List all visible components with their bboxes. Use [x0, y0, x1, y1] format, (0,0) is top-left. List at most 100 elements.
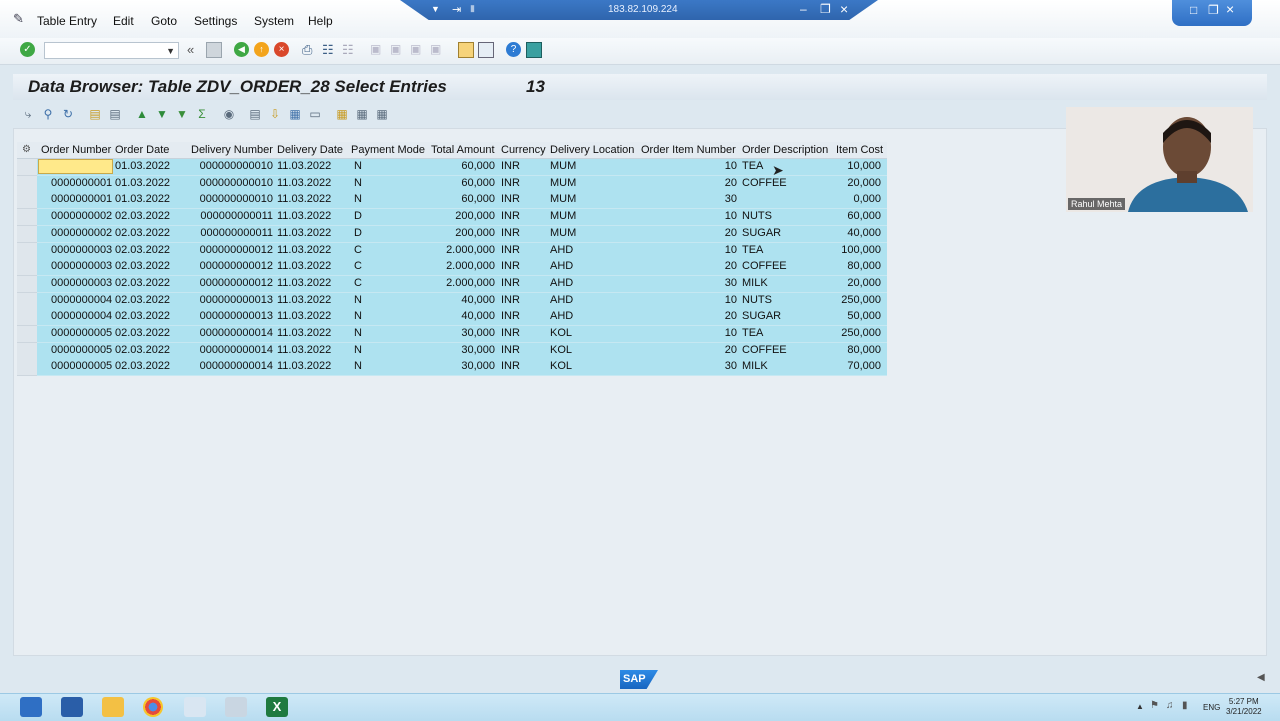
cell-payment-mode[interactable]: N [354, 160, 374, 172]
grid-settings-icon[interactable]: ⚙ [22, 144, 31, 155]
scroll-arrow-icon[interactable]: ◀ [1257, 672, 1265, 683]
layout-icon[interactable]: ▭ [307, 106, 323, 122]
filter-icon[interactable]: ▼ [174, 106, 190, 122]
sap-logon-icon[interactable] [184, 697, 206, 717]
cell-order-date[interactable]: 02.03.2022 [115, 227, 175, 239]
cell-total-amount[interactable]: 40,000 [431, 294, 495, 306]
cell-item-cost[interactable]: 10,000 [836, 160, 881, 172]
pin-icon[interactable]: ⇥ [452, 3, 461, 16]
table-row[interactable]: 000000000101.03.202200000000001011.03.20… [37, 159, 887, 176]
cell-order-number[interactable]: 0000000003 [51, 260, 112, 272]
cell-item-cost[interactable]: 20,000 [836, 277, 881, 289]
cell-order-item-number[interactable]: 20 [641, 227, 737, 239]
chevron-down-icon[interactable]: ▼ [166, 46, 175, 56]
cell-delivery-location[interactable]: MUM [550, 160, 590, 172]
cell-total-amount[interactable]: 200,000 [431, 227, 495, 239]
cell-item-cost[interactable]: 80,000 [836, 344, 881, 356]
cell-currency[interactable]: INR [501, 294, 531, 306]
row-selector[interactable] [17, 259, 37, 277]
cell-delivery-location[interactable]: KOL [550, 360, 590, 372]
cell-payment-mode[interactable]: C [354, 244, 374, 256]
cell-payment-mode[interactable]: D [354, 227, 374, 239]
tray-chevron-icon[interactable]: ▲ [1136, 702, 1144, 711]
row-selector[interactable] [17, 342, 37, 360]
col-order-item-number[interactable]: Order Item Number [641, 144, 736, 156]
find-icon[interactable]: ☷ [322, 42, 334, 58]
col-total-amount[interactable]: Total Amount [431, 144, 495, 156]
cell-order-description[interactable]: NUTS [742, 294, 812, 306]
table-row[interactable]: 0000000003 02.03.2022 000000000012 11.03.20… [37, 242, 887, 260]
table-row[interactable]: 0000000004 02.03.2022 000000000013 11.03.20… [37, 309, 887, 327]
cell-payment-mode[interactable]: N [354, 344, 374, 356]
cell-delivery-number[interactable]: 000000000013 [191, 310, 273, 322]
menu-goto[interactable]: Goto [151, 14, 177, 28]
cell-total-amount[interactable]: 60,000 [431, 193, 495, 205]
tray-battery-icon[interactable]: ▮ [1182, 700, 1188, 711]
next-page-icon[interactable]: ▣ [410, 42, 421, 56]
cell-item-cost[interactable]: 80,000 [836, 260, 881, 272]
cell-currency[interactable]: INR [501, 227, 531, 239]
cell-delivery-date[interactable]: 11.03.2022 [277, 294, 337, 306]
first-page-icon[interactable]: ▣ [370, 42, 381, 56]
powershell-icon[interactable] [61, 697, 83, 717]
cell-item-cost[interactable]: 250,000 [836, 294, 881, 306]
cell-currency[interactable]: INR [501, 310, 531, 322]
cell-order-item-number[interactable]: 10 [641, 327, 737, 339]
cell-order-description[interactable]: MILK [742, 360, 812, 372]
cell-order-item-number[interactable]: 30 [641, 193, 737, 205]
exit-icon[interactable]: ↑ [254, 42, 269, 57]
shortcut-icon[interactable] [478, 42, 494, 58]
menu-settings[interactable]: Settings [194, 14, 237, 28]
start-icon[interactable] [20, 697, 42, 717]
menu-edit[interactable]: Edit [113, 14, 134, 28]
cell-delivery-date[interactable]: 11.03.2022 [277, 360, 337, 372]
file-explorer-icon[interactable] [102, 697, 124, 717]
cell-order-item-number[interactable]: 30 [641, 360, 737, 372]
collapse-icon[interactable]: « [187, 42, 194, 57]
cell-total-amount[interactable]: 40,000 [431, 310, 495, 322]
cell-order-number[interactable]: 0000000005 [51, 327, 112, 339]
cell-order-item-number[interactable]: 10 [641, 244, 737, 256]
row-selector[interactable] [17, 292, 37, 310]
cell-order-number[interactable]: 0000000005 [51, 344, 112, 356]
grid-icon[interactable]: ▦ [334, 106, 350, 122]
cell-delivery-location[interactable]: KOL [550, 344, 590, 356]
cell-order-number[interactable]: 0000000001 [51, 177, 112, 189]
cell-order-item-number[interactable]: 10 [641, 294, 737, 306]
cell-delivery-date[interactable]: 11.03.2022 [277, 244, 337, 256]
details-icon[interactable]: ⤷ [20, 106, 36, 122]
cell-order-date[interactable]: 02.03.2022 [115, 327, 175, 339]
table-row[interactable]: 0000000002 02.03.2022 000000000011 11.03.20… [37, 225, 887, 243]
zoom-icon[interactable]: ⚲ [40, 106, 56, 122]
cell-order-number[interactable]: 0000000004 [51, 310, 112, 322]
cell-total-amount[interactable]: 60,000 [431, 177, 495, 189]
customize-layout-icon[interactable] [526, 42, 542, 58]
cell-item-cost[interactable]: 250,000 [836, 327, 881, 339]
find-next-icon[interactable]: ☷ [342, 42, 354, 58]
col-delivery-location[interactable]: Delivery Location [550, 144, 634, 156]
cell-delivery-date[interactable]: 11.03.2022 [277, 327, 337, 339]
cell-order-number[interactable]: 0000000005 [51, 360, 112, 372]
minimize-icon[interactable]: □ [1190, 3, 1197, 17]
cell-delivery-location[interactable]: KOL [550, 327, 590, 339]
last-page-icon[interactable]: ▣ [430, 42, 441, 56]
cell-delivery-location[interactable]: AHD [550, 310, 590, 322]
print-icon[interactable]: ⎙ [302, 42, 312, 58]
cell-order-number[interactable]: 0000000003 [51, 277, 112, 289]
choose-layout-icon[interactable]: ▦ [354, 106, 370, 122]
cell-item-cost[interactable]: 70,000 [836, 360, 881, 372]
cell-delivery-number[interactable]: 000000000014 [191, 360, 273, 372]
cell-currency[interactable]: INR [501, 160, 531, 172]
menu-icon[interactable]: ✎ [13, 11, 24, 27]
cell-payment-mode[interactable]: C [354, 260, 374, 272]
cell-delivery-date[interactable]: 11.03.2022 [277, 277, 337, 289]
cell-currency[interactable]: INR [501, 193, 531, 205]
cell-item-cost[interactable]: 40,000 [836, 227, 881, 239]
cell-order-date[interactable]: 02.03.2022 [115, 277, 175, 289]
tray-language[interactable]: ENG [1203, 703, 1220, 712]
restore-icon[interactable]: ❐ [820, 2, 831, 16]
cell-payment-mode[interactable]: D [354, 210, 374, 222]
table-row[interactable]: 0000000004 02.03.2022 000000000013 11.03.20… [37, 292, 887, 310]
tray-clock[interactable]: 5:27 PM 3/21/2022 [1226, 697, 1262, 717]
row-selector[interactable] [17, 192, 37, 210]
